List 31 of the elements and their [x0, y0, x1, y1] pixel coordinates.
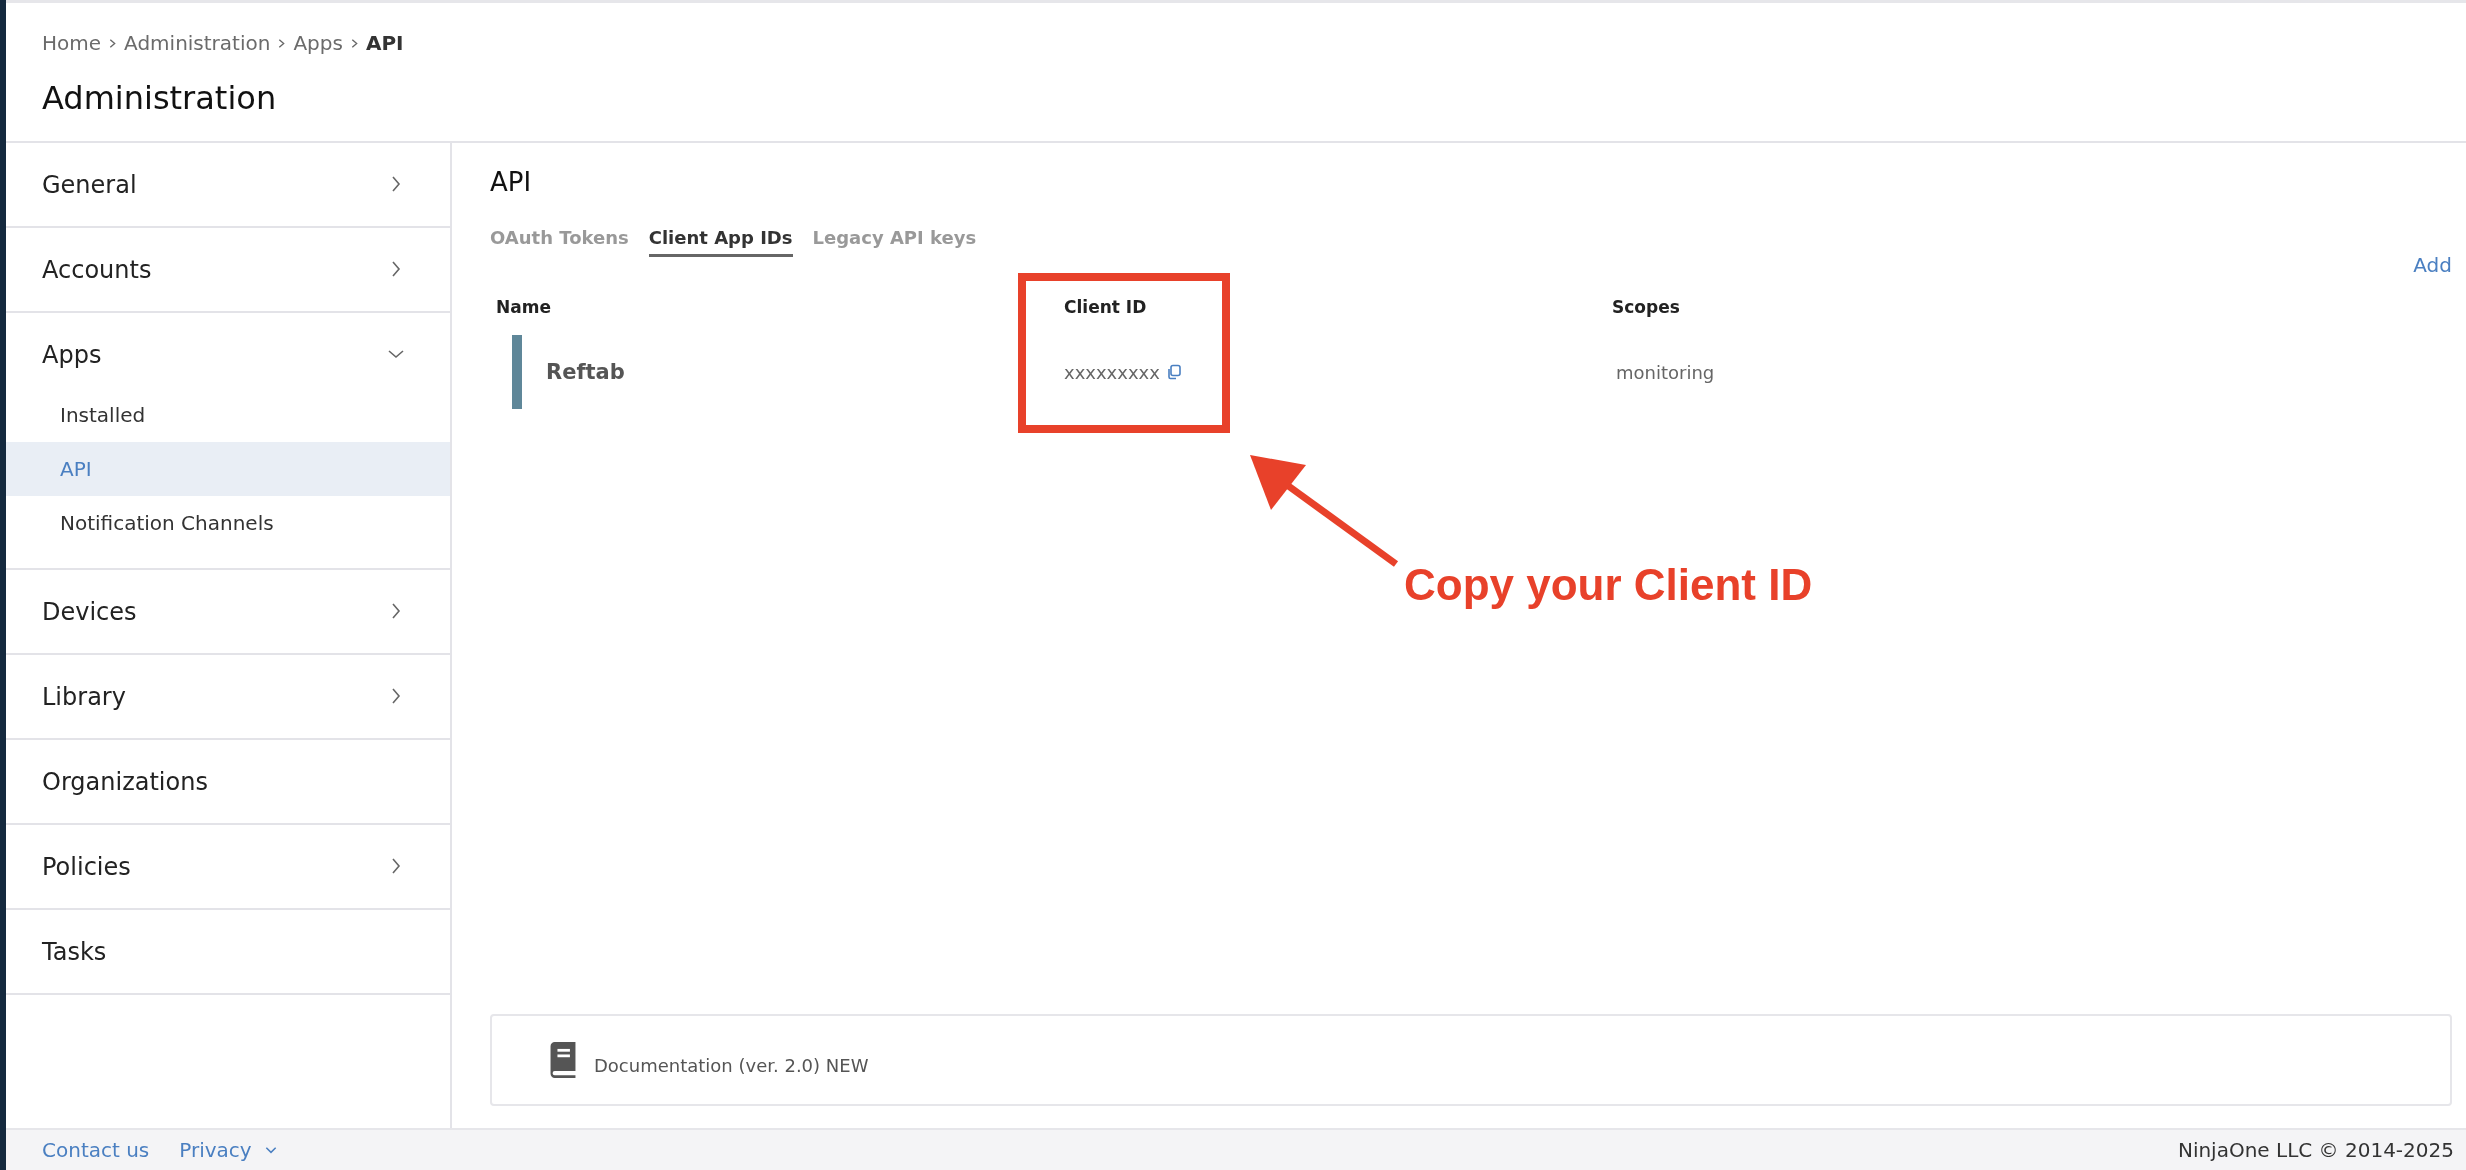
- sidebar-item[interactable]: Accounts: [6, 228, 450, 311]
- section-title: API: [490, 167, 532, 197]
- chevron-right-icon: [276, 37, 288, 49]
- sidebar-item[interactable]: Devices: [6, 570, 450, 653]
- page-title: Administration: [42, 79, 277, 117]
- documentation-link[interactable]: Documentation (ver. 2.0) NEW: [594, 1054, 869, 1076]
- breadcrumb-link[interactable]: Administration: [124, 31, 271, 55]
- breadcrumb-link[interactable]: Apps: [293, 31, 343, 55]
- callout-text: Copy your Client ID: [1404, 560, 1813, 610]
- column-header: Client ID: [1063, 297, 1147, 317]
- sidebar-item[interactable]: Policies: [6, 825, 450, 908]
- tab[interactable]: Client App IDs: [648, 227, 793, 257]
- scope: monitoring: [1615, 361, 1715, 383]
- footer-link[interactable]: Contact us: [42, 1138, 150, 1162]
- client-id: xxxxxxxxx: [1064, 361, 1160, 383]
- sidebar-item[interactable]: Organizations: [6, 740, 450, 823]
- column-header: Name: [495, 297, 551, 317]
- sidebar-subitem[interactable]: Notification Channels: [6, 496, 450, 550]
- breadcrumb-link[interactable]: Home: [42, 31, 102, 55]
- footer-link[interactable]: Privacy: [179, 1138, 278, 1162]
- sidebar-item[interactable]: Tasks: [6, 910, 450, 993]
- sidebar-item[interactable]: Library: [6, 655, 450, 738]
- add-link[interactable]: Add: [2413, 253, 2452, 277]
- sidebar-subitem[interactable]: API: [6, 442, 450, 496]
- sidebar-item[interactable]: General: [6, 143, 450, 226]
- copyright: NinjaOne LLC © 2014-2025: [2177, 1138, 2454, 1162]
- copy-icon[interactable]: [1165, 364, 1182, 380]
- chevron-right-icon: [107, 37, 119, 49]
- breadcrumb-current: API: [365, 31, 404, 55]
- app-name: Reftab: [546, 360, 625, 384]
- column-header: Scopes: [1611, 297, 1680, 317]
